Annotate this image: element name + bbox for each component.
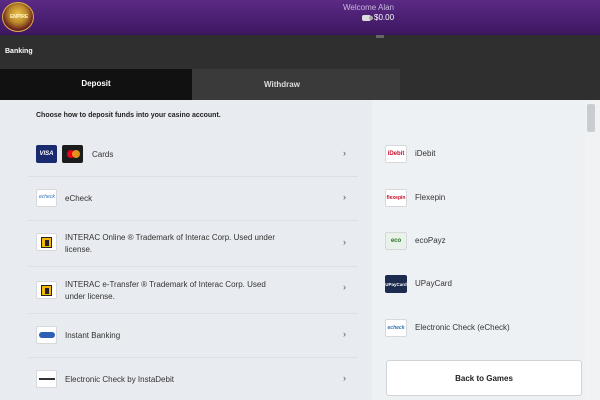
interac-icon bbox=[36, 233, 57, 251]
site-header: EMPIRE Welcome Alan $0.00 bbox=[0, 0, 600, 35]
logo-text: EMPIRE bbox=[10, 14, 28, 20]
method-idebit[interactable]: iDebit iDebit bbox=[385, 145, 585, 165]
upaycard-icon: UPayCard bbox=[385, 275, 407, 293]
chevron-right-icon: › bbox=[343, 329, 346, 339]
instadebit-icon bbox=[36, 370, 57, 388]
chevron-right-icon: › bbox=[343, 237, 346, 247]
chevron-right-icon: › bbox=[343, 192, 346, 202]
method-label: Instant Banking bbox=[65, 331, 121, 340]
casino-logo[interactable]: EMPIRE bbox=[2, 2, 34, 32]
indicator-mark bbox=[376, 35, 384, 38]
tab-withdraw[interactable]: Withdraw bbox=[192, 69, 372, 100]
welcome-text: Welcome Alan bbox=[343, 3, 394, 12]
method-label: Electronic Check (eCheck) bbox=[415, 323, 510, 332]
method-instant-banking[interactable]: Instant Banking › bbox=[28, 314, 358, 358]
back-to-games-button[interactable]: Back to Games bbox=[386, 360, 582, 396]
chevron-right-icon: › bbox=[343, 282, 346, 292]
method-label: Flexepin bbox=[415, 193, 446, 202]
method-label: Cards bbox=[92, 150, 114, 159]
method-label: Electronic Check by InstaDebit bbox=[65, 375, 174, 384]
visa-icon: VISA bbox=[36, 145, 57, 163]
interac-icon bbox=[36, 281, 57, 299]
scrollbar[interactable] bbox=[585, 100, 600, 400]
method-label: iDebit bbox=[415, 149, 436, 158]
method-label: ecoPayz bbox=[415, 236, 446, 245]
method-electronic-check[interactable]: echeck Electronic Check (eCheck) bbox=[385, 319, 585, 339]
method-upaycard[interactable]: UPayCard UPayCard bbox=[385, 275, 585, 295]
tab-deposit[interactable]: Deposit bbox=[0, 69, 192, 100]
method-instadebit[interactable]: Electronic Check by InstaDebit › bbox=[28, 358, 358, 400]
echeck-icon: echeck bbox=[36, 189, 57, 207]
method-label: INTERAC Online ® Trademark of Interac Co… bbox=[65, 233, 275, 254]
method-label: UPayCard bbox=[415, 279, 452, 288]
method-interac-etransfer[interactable]: INTERAC e-Transfer ® Trademark of Intera… bbox=[28, 267, 358, 314]
banking-title-bar bbox=[0, 35, 600, 69]
flexepin-icon: flexepin bbox=[385, 189, 407, 207]
method-interac-online[interactable]: INTERAC Online ® Trademark of Interac Co… bbox=[28, 221, 358, 267]
banking-tabs: Deposit Withdraw bbox=[0, 69, 600, 100]
page-title: Banking bbox=[5, 48, 33, 55]
balance-amount: $0.00 bbox=[374, 13, 395, 22]
method-ecopayz[interactable]: eco ecoPayz bbox=[385, 232, 585, 252]
mastercard-icon bbox=[62, 145, 83, 163]
echeck-icon: echeck bbox=[385, 319, 407, 337]
method-cards[interactable]: VISA Cards › bbox=[28, 133, 358, 177]
method-echeck[interactable]: echeck eCheck › bbox=[28, 177, 358, 221]
chevron-right-icon: › bbox=[343, 373, 346, 383]
tab-spacer bbox=[372, 69, 400, 100]
deposit-instruction: Choose how to deposit funds into your ca… bbox=[36, 112, 221, 119]
idebit-icon: iDebit bbox=[385, 145, 407, 163]
method-label: eCheck bbox=[65, 194, 93, 203]
instant-banking-icon bbox=[36, 326, 57, 344]
balance-display[interactable]: $0.00 bbox=[362, 13, 394, 22]
scrollbar-thumb[interactable] bbox=[587, 104, 595, 132]
wallet-icon bbox=[362, 14, 373, 21]
tab-bar-fill bbox=[400, 69, 600, 100]
chevron-right-icon: › bbox=[343, 148, 346, 158]
method-flexepin[interactable]: flexepin Flexepin bbox=[385, 189, 585, 209]
ecopayz-icon: eco bbox=[385, 232, 407, 250]
method-label: INTERAC e-Transfer ® Trademark of Intera… bbox=[65, 280, 266, 301]
